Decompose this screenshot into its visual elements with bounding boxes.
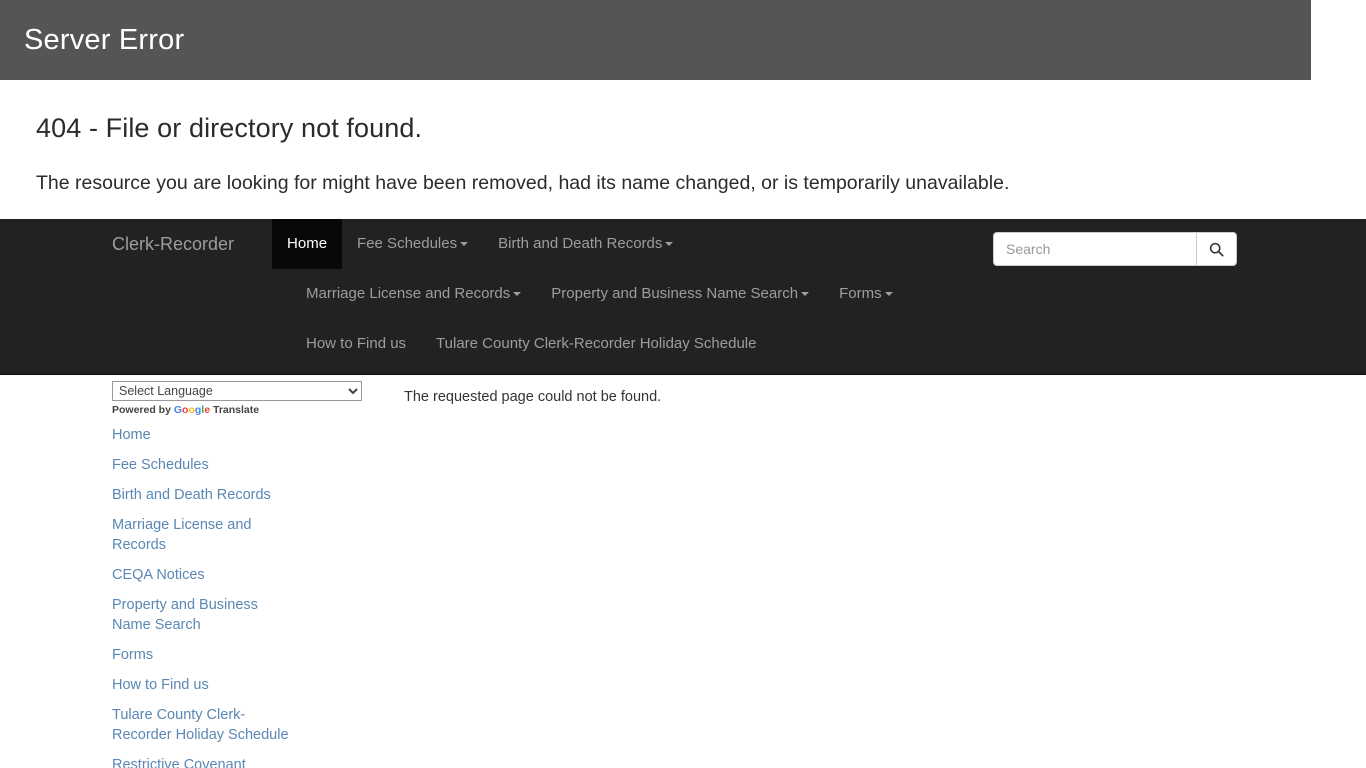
nav-item-marriage-license-and-records[interactable]: Marriage License and Records — [291, 269, 536, 319]
sidebar-item-ceqa-notices[interactable]: CEQA Notices — [112, 565, 290, 585]
nav-item-fee-schedules-label: Fee Schedules — [357, 235, 458, 252]
nav-item-forms-label: Forms — [839, 285, 882, 302]
chevron-down-icon — [884, 292, 893, 297]
google-logo: Google — [174, 404, 210, 416]
google-translate-credit-prefix: Powered by — [112, 404, 171, 416]
sidebar-item-forms[interactable]: Forms — [112, 645, 290, 665]
content-area: Select Language Powered by Google Transl… — [0, 375, 1366, 768]
site-navbar: Clerk-Recorder Home Fee Schedules Birth … — [0, 219, 1366, 375]
google-logo-letter-g1: G — [173, 404, 183, 416]
google-translate-widget: Select Language Powered by Google Transl… — [112, 381, 362, 417]
navbar-row-primary: Clerk-Recorder Home Fee Schedules Birth … — [0, 219, 1366, 269]
sidebar-item-property-and-business-name-search[interactable]: Property and Business Name Search — [112, 595, 290, 635]
search-button[interactable] — [1196, 232, 1237, 266]
nav-item-how-to-find-us[interactable]: How to Find us — [291, 319, 421, 369]
server-error-title: Server Error — [24, 23, 185, 56]
nav-item-property-and-business-name-search-label: Property and Business Name Search — [551, 285, 799, 302]
nav-item-holiday-schedule-label: Tulare County Clerk-Recorder Holiday Sch… — [436, 335, 757, 352]
navbar-row-tertiary: How to Find us Tulare County Clerk-Recor… — [0, 319, 1366, 369]
sidebar-item-how-to-find-us[interactable]: How to Find us — [112, 675, 290, 695]
google-logo-letter-e: e — [204, 404, 211, 416]
error-heading: 404 - File or directory not found. — [36, 113, 423, 143]
google-translate-credit: Powered by Google Translate — [112, 404, 290, 417]
search-icon — [1209, 242, 1224, 257]
navbar-row-secondary: Marriage License and Records Property an… — [0, 269, 1366, 319]
sidebar-item-restrictive-covenant-modification[interactable]: Restrictive Covenant Modification — [112, 755, 290, 768]
navbar-search-form — [993, 232, 1237, 266]
sidebar-item-holiday-schedule[interactable]: Tulare County Clerk-Recorder Holiday Sch… — [112, 705, 290, 745]
navbar-brand[interactable]: Clerk-Recorder — [112, 219, 272, 269]
search-input[interactable] — [993, 232, 1196, 266]
nav-item-forms[interactable]: Forms — [824, 269, 908, 319]
nav-item-birth-and-death-records[interactable]: Birth and Death Records — [483, 219, 688, 269]
sidebar-item-marriage-license-and-records[interactable]: Marriage License and Records — [112, 515, 290, 555]
nav-item-how-to-find-us-label: How to Find us — [306, 335, 407, 352]
nav-item-property-and-business-name-search[interactable]: Property and Business Name Search — [536, 269, 824, 319]
nav-item-home-label: Home — [287, 235, 328, 252]
chevron-down-icon — [460, 242, 469, 247]
nav-item-birth-and-death-records-label: Birth and Death Records — [498, 235, 663, 252]
server-error-banner: Server Error — [0, 0, 1311, 80]
sidebar-item-fee-schedules[interactable]: Fee Schedules — [112, 455, 290, 475]
main-content: The requested page could not be found. — [290, 381, 1366, 768]
chevron-down-icon — [801, 292, 810, 297]
server-error-body: 404 - File or directory not found. The r… — [0, 80, 1250, 196]
page-not-found-message: The requested page could not be found. — [404, 389, 662, 405]
error-description: The resource you are looking for might h… — [36, 171, 1010, 194]
sidebar-item-home[interactable]: Home — [112, 425, 290, 445]
chevron-down-icon — [513, 292, 522, 297]
google-translate-credit-suffix: Translate — [212, 404, 260, 416]
chevron-down-icon — [665, 242, 674, 247]
sidebar-item-birth-and-death-records[interactable]: Birth and Death Records — [112, 485, 290, 505]
nav-item-home[interactable]: Home — [272, 219, 343, 269]
nav-item-fee-schedules[interactable]: Fee Schedules — [342, 219, 483, 269]
nav-item-holiday-schedule[interactable]: Tulare County Clerk-Recorder Holiday Sch… — [421, 319, 771, 369]
nav-item-marriage-license-and-records-label: Marriage License and Records — [306, 285, 511, 302]
sidebar: Select Language Powered by Google Transl… — [0, 381, 362, 768]
